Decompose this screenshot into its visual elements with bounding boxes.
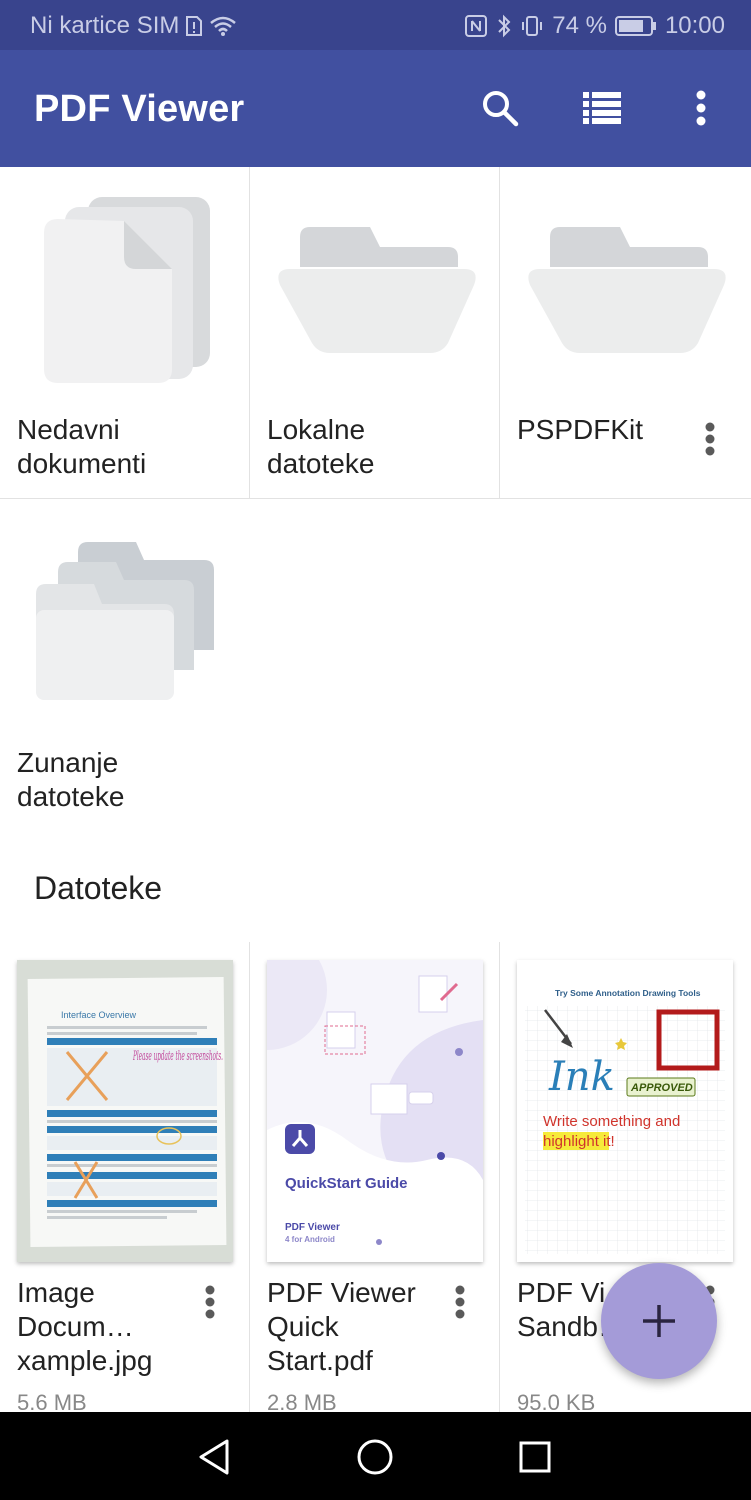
- more-vert-icon: [705, 422, 715, 456]
- app-bar: PDF Viewer: [0, 50, 751, 167]
- doc3-text1: Write something and: [543, 1113, 680, 1130]
- battery-percent: 74 %: [552, 12, 607, 39]
- quickstart-guide-thumbnail: QuickStart Guide PDF Viewer 4 for Androi…: [267, 960, 483, 1262]
- system-nav-bar: [0, 1412, 751, 1500]
- file-thumbnail: QuickStart Guide PDF Viewer 4 for Androi…: [267, 960, 483, 1262]
- nfc-icon: [464, 14, 488, 38]
- doc1-heading: Interface Overview: [61, 1010, 137, 1020]
- doc2-sub2: 4 for Android: [285, 1235, 335, 1244]
- recents-button[interactable]: [512, 1434, 558, 1480]
- more-vert-icon: [455, 1285, 465, 1319]
- sim-alert-icon: [185, 15, 203, 37]
- list-view-icon: [583, 92, 621, 124]
- search-button[interactable]: [474, 82, 526, 134]
- status-bar: Ni kartice SIM 74 % 10:00: [0, 0, 751, 50]
- doc3-heading: Try Some Annotation Drawing Tools: [555, 988, 701, 998]
- location-label: Nedavni dokumenti: [17, 414, 147, 479]
- file-item[interactable]: QuickStart Guide PDF Viewer 4 for Androi…: [250, 942, 500, 1412]
- back-triangle-icon: [199, 1439, 229, 1475]
- add-fab-button[interactable]: [601, 1263, 717, 1379]
- bluetooth-icon: [496, 14, 512, 38]
- document-photo-thumbnail: Interface Overview Please update the scr…: [17, 960, 233, 1262]
- home-button[interactable]: [352, 1434, 398, 1480]
- annotation-sandbox-thumbnail: Try Some Annotation Drawing Tools Ink AP…: [517, 960, 733, 1262]
- folder-icon: [278, 227, 476, 353]
- location-recent-documents[interactable]: Nedavni dokumenti: [0, 167, 250, 499]
- file-more-button[interactable]: [440, 1280, 480, 1324]
- location-label: Zunanje datoteke: [17, 747, 125, 812]
- doc2-sub1: PDF Viewer: [285, 1222, 340, 1233]
- wifi-icon: [209, 15, 237, 37]
- file-size: 2.8 MB: [267, 1390, 337, 1412]
- recents-square-icon: [519, 1441, 551, 1473]
- back-button[interactable]: [192, 1434, 238, 1480]
- doc3-stamp: APPROVED: [630, 1082, 693, 1094]
- carrier-label: Ni kartice SIM: [30, 12, 180, 39]
- recent-documents-icon: [44, 197, 210, 383]
- list-view-button[interactable]: [576, 82, 628, 134]
- location-pspdfkit[interactable]: PSPDFKit: [500, 167, 750, 499]
- file-name: Image Docum… xample.jpg: [17, 1277, 153, 1376]
- stacked-folders-icon: [36, 542, 214, 700]
- file-more-button[interactable]: [190, 1280, 230, 1324]
- doc3-text2: highlight it!: [543, 1133, 615, 1150]
- home-circle-icon: [357, 1439, 393, 1475]
- overflow-menu-button[interactable]: [675, 82, 727, 134]
- vibrate-icon: [520, 14, 544, 38]
- search-icon: [483, 91, 519, 127]
- location-label: PSPDFKit: [517, 414, 644, 445]
- section-title-files: Datoteke: [34, 870, 163, 906]
- location-external-files[interactable]: Zunanje datoteke: [0, 500, 250, 830]
- doc1-handwriting: Please update the screenshots.: [133, 1049, 223, 1064]
- plus-icon: [643, 1305, 675, 1337]
- battery-icon: [614, 15, 657, 37]
- file-name: PDF Viewer Quick Start.pdf: [267, 1277, 416, 1376]
- folder-icon: [528, 227, 726, 353]
- locations-grid: Nedavni dokumenti Lokalne datoteke PSPDF…: [0, 167, 751, 499]
- file-thumbnail: Try Some Annotation Drawing Tools Ink AP…: [517, 960, 733, 1262]
- file-thumbnail: Interface Overview Please update the scr…: [17, 960, 233, 1262]
- file-size: 5.6 MB: [17, 1390, 87, 1412]
- app-title: PDF Viewer: [34, 88, 245, 130]
- location-more-button[interactable]: [690, 417, 730, 461]
- file-item[interactable]: Interface Overview Please update the scr…: [0, 942, 250, 1412]
- more-vert-icon: [205, 1285, 215, 1319]
- doc3-ink: Ink: [548, 1054, 615, 1100]
- file-size: 95.0 KB: [517, 1390, 596, 1412]
- location-local-files[interactable]: Lokalne datoteke: [250, 167, 500, 499]
- location-label: Lokalne datoteke: [267, 414, 375, 479]
- more-vert-icon: [696, 90, 706, 126]
- doc2-title: QuickStart Guide: [285, 1175, 408, 1192]
- clock: 10:00: [664, 12, 725, 39]
